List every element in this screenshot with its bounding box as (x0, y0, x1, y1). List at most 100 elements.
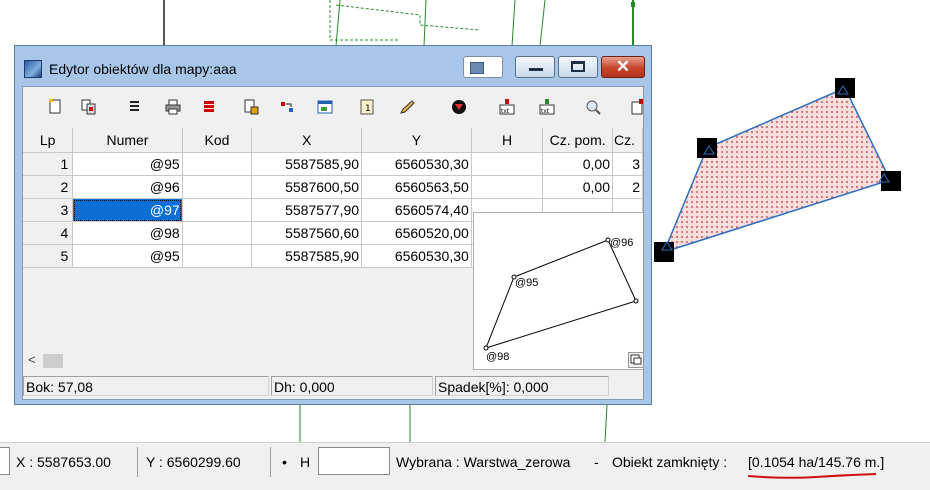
cell-x[interactable]: 5587585,90 (251, 152, 363, 176)
maximize-button[interactable] (558, 56, 598, 78)
new-document-icon[interactable] (45, 97, 65, 117)
app-icon (24, 60, 42, 78)
table-row[interactable]: 1 @95 5587585,90 6560530,30 0,00 3 (23, 152, 643, 176)
cell-x[interactable]: 5587600,50 (251, 175, 363, 199)
preview-toggle-button[interactable] (628, 352, 643, 368)
column-header-numer[interactable]: Numer (72, 128, 183, 153)
close-button[interactable]: ✕ (601, 56, 645, 78)
arrows-icon[interactable] (277, 97, 297, 117)
cell-kod[interactable] (182, 198, 253, 222)
cell-cz-pom[interactable]: 0,00 (542, 152, 613, 176)
scroll-left-icon[interactable]: < (28, 352, 36, 367)
shape-preview-drawing: @96 @95 @98 (483, 237, 639, 363)
cell-h[interactable] (471, 175, 544, 199)
object-editor-window[interactable]: Edytor obiektów dla mapy:aaa ✕ 1 txt txt… (14, 45, 652, 405)
horizontal-scrollbar[interactable]: < (23, 352, 471, 370)
svg-text:txt: txt (501, 108, 510, 115)
cell-y[interactable]: 6560574,40 (361, 198, 472, 222)
row-number: 4 (23, 221, 74, 245)
vertex-handle (835, 78, 855, 98)
column-header-lp[interactable]: Lp (23, 128, 74, 153)
map-dashed-line (329, 0, 400, 41)
selected-polygon (662, 87, 892, 254)
coord-y: Y : 6560299.60 (146, 454, 241, 470)
zoom-icon[interactable] (583, 97, 603, 117)
row-number: 3 (23, 198, 74, 222)
cell-y[interactable]: 6560520,00 (361, 221, 472, 245)
row-number: 5 (23, 244, 74, 268)
preview-label: @98 (486, 351, 509, 363)
cell-y[interactable]: 6560530,30 (361, 244, 472, 268)
preview-label: @96 (610, 237, 633, 249)
cell-h[interactable] (471, 152, 544, 176)
more-icon[interactable] (627, 97, 643, 117)
preview-label: @95 (515, 277, 538, 289)
h-bullet: • (282, 454, 287, 470)
shape-preview[interactable]: @96 @95 @98 (473, 212, 643, 370)
status-dh: Dh: 0,000 (271, 376, 433, 396)
map-line (335, 0, 341, 47)
restore-window-button[interactable] (463, 56, 503, 78)
window-icon[interactable] (315, 97, 335, 117)
cell-kod[interactable] (182, 152, 253, 176)
cell-kod[interactable] (182, 175, 253, 199)
cell-kod[interactable] (182, 221, 253, 245)
table-header-row: Lp Numer Kod X Y H Cz. pom. Cz. (23, 128, 643, 153)
column-header-cz-pom[interactable]: Cz. pom. (542, 128, 613, 153)
cell-cz[interactable]: 3 (612, 152, 643, 176)
main-status-bar: X : 5587653.00 Y : 6560299.60 • H Wybran… (0, 442, 930, 490)
cell-x[interactable]: 5587585,90 (251, 244, 363, 268)
map-dashed-line (335, 4, 481, 31)
cell-kod[interactable] (182, 244, 253, 268)
cell-numer[interactable]: @98 (72, 221, 183, 245)
pencil-icon[interactable] (397, 97, 417, 117)
selected-layer: Wybrana : Warstwa_zerowa (396, 454, 571, 470)
export-icon[interactable] (241, 97, 261, 117)
column-header-cz[interactable]: Cz. (612, 128, 643, 153)
cell-cz-pom[interactable]: 0,00 (542, 175, 613, 199)
cell-numer[interactable]: @95 (72, 244, 183, 268)
svg-text:txt: txt (541, 108, 550, 115)
separator-dash: - (594, 454, 599, 470)
map-line (539, 0, 546, 47)
txt-export-icon[interactable]: txt (497, 97, 517, 117)
scrollbar-thumb[interactable] (43, 354, 63, 368)
cell-cz[interactable]: 2 (612, 175, 643, 199)
cell-y[interactable]: 6560563,50 (361, 175, 472, 199)
cell-x[interactable]: 5587560,60 (251, 221, 363, 245)
window-client-area: 1 txt txt Lp Numer Kod X Y H Cz. pom. Cz… (22, 86, 644, 400)
red-underline (747, 473, 877, 479)
copy-icon[interactable] (79, 97, 99, 117)
table-row[interactable]: 2 @96 5587600,50 6560563,50 0,00 2 (23, 175, 643, 199)
title-bar[interactable]: Edytor obiektów dla mapy:aaa ✕ (15, 46, 651, 86)
numbered-icon[interactable]: 1 (357, 97, 377, 117)
vertex-handle (697, 138, 717, 158)
filter-icon[interactable] (449, 97, 469, 117)
map-line (511, 0, 516, 47)
h-input[interactable] (318, 447, 390, 475)
svg-text:1: 1 (365, 104, 371, 114)
print-icon[interactable] (163, 97, 183, 117)
close-icon: ✕ (615, 57, 631, 76)
list-icon[interactable] (125, 97, 145, 117)
map-line (423, 0, 427, 47)
cell-x[interactable]: 5587577,90 (251, 198, 363, 222)
editor-status-bar: Bok: 57,08 Dh: 0,000 Spadek[%]: 0,000 (23, 374, 643, 399)
cell-y[interactable]: 6560530,30 (361, 152, 472, 176)
cell-numer[interactable]: @96 (72, 175, 183, 199)
txt-import-icon[interactable]: txt (537, 97, 557, 117)
status-spadek: Spadek[%]: 0,000 (435, 376, 609, 396)
column-header-kod[interactable]: Kod (182, 128, 253, 153)
closed-object-label: Obiekt zamknięty : (612, 454, 728, 470)
cell-numer[interactable]: @95 (72, 152, 183, 176)
row-number: 2 (23, 175, 74, 199)
stack-icon[interactable] (199, 97, 219, 117)
left-field[interactable] (0, 447, 10, 475)
h-label: H (300, 454, 311, 470)
column-header-h[interactable]: H (471, 128, 544, 153)
coord-x: X : 5587653.00 (16, 454, 111, 470)
minimize-button[interactable] (515, 56, 555, 78)
column-header-x[interactable]: X (251, 128, 363, 153)
cell-numer-selected[interactable]: @97 (72, 198, 183, 222)
column-header-y[interactable]: Y (361, 128, 472, 153)
